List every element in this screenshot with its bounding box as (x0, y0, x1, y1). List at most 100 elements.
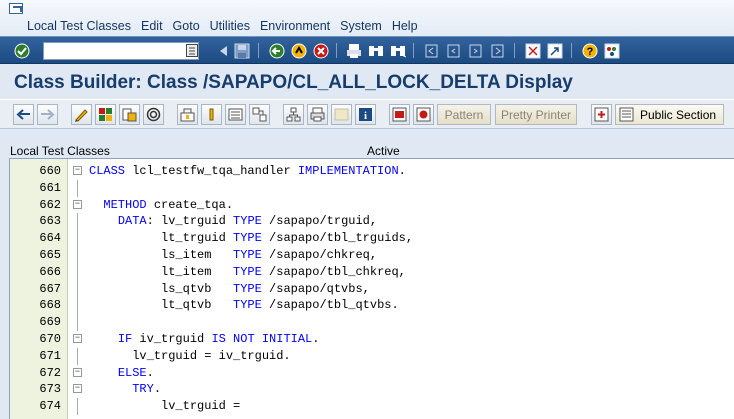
line-number: 665 (39, 248, 61, 262)
code-token: /sapapo/tbl_trguids, (261, 231, 414, 246)
svg-text:?: ? (586, 46, 593, 58)
local-class-icon[interactable] (591, 104, 612, 125)
display-object-list-icon[interactable] (225, 104, 246, 125)
find-next-icon[interactable] (389, 42, 406, 59)
code-token: /sapapo/tbl_qtvbs. (261, 298, 399, 313)
code-text: lt_trguid TYPE /sapapo/tbl_trguids, (89, 230, 413, 246)
where-used-icon[interactable] (143, 104, 164, 125)
printer-list-icon[interactable] (307, 104, 328, 125)
code-line[interactable]: 664 lt_trguid TYPE /sapapo/tbl_trguids, (10, 230, 734, 248)
check-syntax-icon[interactable] (95, 104, 116, 125)
info-icon[interactable]: i (355, 104, 376, 125)
menu-system[interactable]: System (335, 18, 387, 36)
fold-guide (77, 398, 78, 416)
code-line[interactable]: 662 − METHOD create_tqa. (10, 197, 734, 213)
public-section-label: Public Section (640, 107, 717, 122)
fold-toggle-icon[interactable]: − (73, 166, 82, 175)
status-badge: Active (367, 144, 400, 158)
code-token: . (398, 164, 406, 178)
public-section-button[interactable]: Public Section (615, 104, 724, 125)
back-icon[interactable] (268, 42, 285, 59)
code-line[interactable]: 671 lv_trguid = iv_trguid. (10, 347, 734, 365)
info-small-icon[interactable] (201, 104, 222, 125)
code-token: iv_trguid (132, 332, 212, 346)
pattern-button[interactable]: Pattern (437, 104, 491, 125)
fold-guide (77, 347, 78, 365)
code-text: DATA: lv_trguid TYPE /sapapo/trguid, (89, 213, 377, 229)
forward-arrow-icon[interactable] (37, 104, 58, 125)
new-session-icon[interactable] (524, 42, 541, 59)
collapse-left-icon[interactable] (214, 42, 231, 59)
set-breakpoint-icon[interactable] (413, 104, 434, 125)
help-icon[interactable]: ? (581, 42, 598, 59)
disabled-frame-icon[interactable] (331, 104, 352, 125)
code-text: lt_item TYPE /sapapo/tbl_chkreq, (89, 264, 406, 280)
activate-icon[interactable] (119, 104, 140, 125)
code-token: create_tqa. (146, 197, 234, 212)
menu-help[interactable]: Help (387, 18, 423, 36)
system-menu-icon[interactable] (9, 3, 23, 14)
enter-icon[interactable] (13, 42, 30, 59)
code-keyword: TYPE (233, 214, 262, 229)
customize-layout-icon[interactable] (603, 42, 620, 59)
object-type-label: Local Test Classes (10, 144, 110, 158)
code-keyword: IS NOT INITIAL (211, 332, 313, 346)
shortcut-icon[interactable] (546, 42, 563, 59)
code-line[interactable]: 661 (10, 179, 734, 197)
exit-icon[interactable] (290, 42, 307, 59)
command-history-icon[interactable] (183, 42, 200, 59)
line-number: 674 (39, 399, 61, 414)
fold-toggle-icon[interactable]: − (73, 199, 82, 209)
first-page-icon[interactable] (423, 42, 440, 59)
line-number: 660 (39, 164, 61, 178)
back-arrow-icon[interactable] (13, 104, 34, 125)
save-icon[interactable] (233, 42, 250, 59)
toolbar-separator (336, 43, 337, 58)
pretty-printer-button[interactable]: Pretty Printer (495, 104, 577, 125)
menu-bar: Local Test Classes Edit Goto Utilities E… (0, 0, 734, 36)
code-keyword: ELSE (117, 365, 147, 380)
toolbar-separator (258, 43, 259, 58)
code-line[interactable]: 673 − TRY. (10, 381, 734, 397)
line-number: 668 (39, 298, 61, 313)
previous-page-icon[interactable] (445, 42, 462, 59)
code-line[interactable]: 663 DATA: lv_trguid TYPE /sapapo/trguid, (10, 213, 734, 231)
code-line[interactable]: 660 − CLASS lcl_testfw_tqa_handler IMPLEME… (10, 163, 734, 179)
last-page-icon[interactable] (489, 42, 506, 59)
line-number: 664 (39, 231, 61, 246)
menu-utilities[interactable]: Utilities (205, 18, 255, 36)
fold-toggle-icon[interactable]: − (73, 334, 82, 343)
code-line[interactable]: 667 ls_qtvb TYPE /sapapo/qtvbs, (10, 280, 734, 298)
change-display-icon[interactable] (71, 104, 92, 125)
code-line[interactable]: 666 lt_item TYPE /sapapo/tbl_chkreq, (10, 263, 734, 281)
code-line[interactable]: 668 lt_qtvb TYPE /sapapo/tbl_qtvbs. (10, 297, 734, 315)
code-token: . (153, 382, 162, 397)
code-line[interactable]: 674 lv_trguid = (10, 398, 734, 416)
code-line[interactable]: 670 − IF iv_trguid IS NOT INITIAL. (10, 331, 734, 347)
code-line[interactable]: 665 ls_item TYPE /sapapo/chkreq, (10, 247, 734, 264)
command-field[interactable] (43, 42, 199, 60)
hierarchy-icon[interactable] (283, 104, 304, 125)
code-line[interactable]: 672 − ELSE. (10, 365, 734, 381)
code-line[interactable]: 669 (10, 314, 734, 332)
navigation-window-icon[interactable] (249, 104, 270, 125)
next-page-icon[interactable] (467, 42, 484, 59)
line-number: 670 (39, 332, 61, 346)
find-icon[interactable] (367, 42, 384, 59)
object-list-icon[interactable] (177, 104, 198, 125)
code-editor[interactable]: 660− CLASS lcl_testfw_tqa_handler IMPLEME… (9, 158, 734, 419)
menu-environment[interactable]: Environment (255, 18, 335, 36)
fold-toggle-icon[interactable]: − (73, 384, 82, 394)
menu-edit[interactable]: Edit (136, 18, 168, 36)
code-text: CLASS lcl_testfw_tqa_handler IMPLEMENTAT… (89, 163, 406, 179)
menu-local-test-classes[interactable]: Local Test Classes (22, 18, 136, 36)
print-icon[interactable] (345, 42, 362, 59)
cancel-icon[interactable] (312, 42, 329, 59)
code-token: ls_item (89, 248, 234, 262)
code-keyword: DATA (117, 214, 147, 229)
svg-text:i: i (364, 110, 367, 122)
menu-goto[interactable]: Goto (168, 18, 205, 36)
fold-toggle-icon[interactable]: − (73, 367, 82, 377)
insert-statement-icon[interactable] (389, 104, 410, 125)
